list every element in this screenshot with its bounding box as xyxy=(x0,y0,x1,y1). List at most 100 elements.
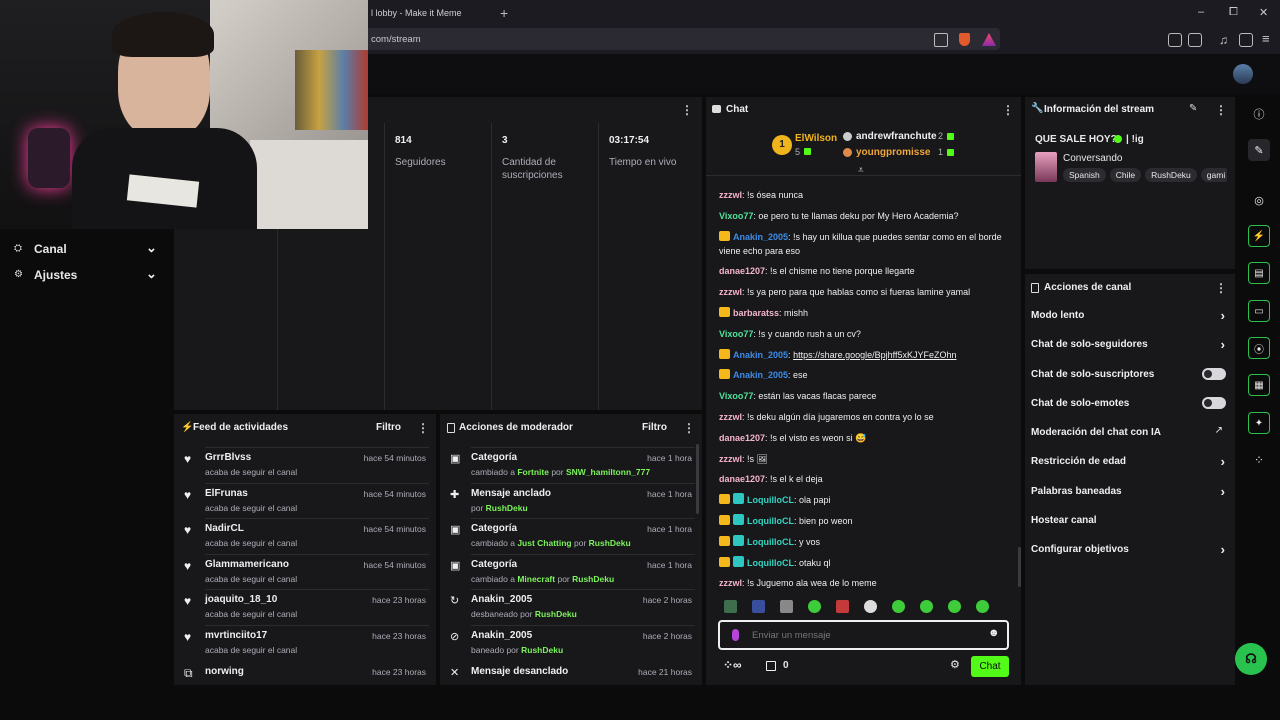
channel-action-row[interactable]: Palabras baneadas › xyxy=(1031,483,1229,512)
edit-pencil-icon[interactable]: ✎ xyxy=(1189,103,1197,114)
chat-username[interactable]: Vixoo77 xyxy=(719,211,753,221)
feed-row[interactable]: ♥ Glammamericano acaba de seguir el cana… xyxy=(184,553,429,593)
kebab-icon[interactable]: ⋮ xyxy=(417,421,429,435)
feed-user[interactable]: ElFrunas xyxy=(205,488,248,499)
tag[interactable]: Spanish xyxy=(1063,168,1106,182)
emote[interactable] xyxy=(808,600,821,613)
kebab-icon[interactable]: ⋮ xyxy=(1215,103,1227,117)
feed-row[interactable]: ♥ mvrtinciito17 acaba de seguir el canal… xyxy=(184,624,429,664)
maximize-button[interactable]: ⧠ xyxy=(1229,6,1238,19)
feed-user[interactable]: norwing xyxy=(205,666,244,677)
channel-action-row[interactable]: Chat de solo-seguidores › xyxy=(1031,336,1229,365)
channel-action-row[interactable]: Chat de solo-emotes xyxy=(1031,395,1229,424)
edit-icon[interactable]: ✎ xyxy=(1248,139,1270,161)
chat-username[interactable]: LoquilloCL xyxy=(747,537,794,547)
chat-username[interactable]: Anakin_2005 xyxy=(733,232,788,242)
mod-category[interactable]: Just Chatting xyxy=(517,538,571,548)
feed-row[interactable]: ♥ ElFrunas acaba de seguir el canal hace… xyxy=(184,482,429,522)
store-icon[interactable] xyxy=(766,661,776,671)
scrollbar[interactable] xyxy=(1018,547,1021,587)
mod-row[interactable]: ▣ Categoría cambiado a Fortnite por SNW_… xyxy=(450,447,695,486)
chevron-right-icon[interactable]: › xyxy=(1221,542,1225,557)
mod-user[interactable]: RushDeku xyxy=(535,609,577,619)
emoji-icon[interactable]: ☻ xyxy=(988,627,1000,639)
chat-username[interactable]: LoquilloCL xyxy=(747,516,794,526)
share-icon[interactable] xyxy=(934,33,948,47)
mod-row[interactable]: ✕ Mensaje desanclado hace 21 horas xyxy=(450,664,695,700)
mod-row[interactable]: ▣ Categoría cambiado a Just Chatting por… xyxy=(450,518,695,557)
chat-username[interactable]: zzzwl xyxy=(719,412,742,422)
kebab-icon[interactable]: ⋮ xyxy=(683,421,695,435)
nav-canal[interactable]: Canal xyxy=(34,242,67,256)
chat-username[interactable]: Vixoo77 xyxy=(719,329,753,339)
mod-user[interactable]: RushDeku xyxy=(572,574,614,584)
wallet-icon[interactable] xyxy=(1188,33,1202,47)
feed-user[interactable]: GrrrBlvss xyxy=(205,452,251,463)
stack-icon[interactable]: ▦ xyxy=(1248,374,1270,396)
category-thumbnail[interactable] xyxy=(1035,152,1057,182)
mod-category[interactable]: Minecraft xyxy=(517,574,555,584)
scrollbar[interactable] xyxy=(696,444,699,514)
emote[interactable] xyxy=(920,600,933,613)
emote[interactable] xyxy=(780,600,793,613)
toggle-switch[interactable] xyxy=(1202,367,1226,380)
chat-username[interactable]: zzzwl xyxy=(719,578,742,588)
chevron-right-icon[interactable]: › xyxy=(1221,337,1225,352)
chat-username[interactable]: Anakin_2005 xyxy=(733,370,788,380)
lightning-icon[interactable]: ⚡ xyxy=(1248,225,1270,247)
broadcast-icon[interactable]: ⦿ xyxy=(1248,337,1270,359)
brave-shield-icon[interactable] xyxy=(959,33,970,46)
tag[interactable]: Chile xyxy=(1109,168,1142,182)
emote[interactable] xyxy=(864,600,877,613)
send-chat-button[interactable]: Chat xyxy=(971,656,1009,677)
camera-icon[interactable]: ◎ xyxy=(1248,189,1270,211)
infinity-icon[interactable]: ⁘∞ xyxy=(723,658,742,672)
emote[interactable] xyxy=(836,600,849,613)
leader-2-name[interactable]: andrewfranchute xyxy=(856,131,937,142)
extensions-icon[interactable] xyxy=(1168,33,1182,47)
chevron-down-icon[interactable]: ⌄ xyxy=(146,266,157,282)
wrench-icon[interactable]: ✦ xyxy=(1248,412,1270,434)
chevron-right-icon[interactable]: › xyxy=(1221,454,1225,469)
user-avatar[interactable] xyxy=(1233,64,1253,84)
browser-tab-title[interactable]: l lobby - Make it Meme xyxy=(371,8,462,18)
chat-input[interactable] xyxy=(752,628,972,642)
feed-filter-button[interactable]: Filtro xyxy=(376,422,401,433)
emote[interactable] xyxy=(948,600,961,613)
minimize-button[interactable]: – xyxy=(1198,6,1204,18)
info-icon[interactable]: ⓘ xyxy=(1248,103,1270,125)
address-bar[interactable] xyxy=(362,28,1000,50)
leader-3-name[interactable]: youngpromisse xyxy=(856,147,930,158)
kebab-icon[interactable]: ⋮ xyxy=(1215,281,1227,295)
chat-username[interactable]: danae1207 xyxy=(719,433,765,443)
emote[interactable] xyxy=(976,600,989,613)
feed-user[interactable]: mvrtinciito17 xyxy=(205,630,267,641)
document-icon[interactable]: ▤ xyxy=(1248,262,1270,284)
tag[interactable]: RushDeku xyxy=(1145,168,1197,182)
chat-link[interactable]: https://share.google/Bpjhff5xKJYFeZOhn xyxy=(793,350,956,360)
media-icon[interactable]: ♫ xyxy=(1219,33,1228,47)
chat-username[interactable]: barbaratss xyxy=(733,308,779,318)
browser-menu-icon[interactable]: ≡ xyxy=(1262,31,1270,46)
toggle-switch[interactable] xyxy=(1202,396,1226,409)
mod-user[interactable]: SNW_hamiltonn_777 xyxy=(566,467,650,477)
emote[interactable] xyxy=(892,600,905,613)
leader-1-name[interactable]: ElWilson xyxy=(795,133,837,144)
mod-user[interactable]: RushDeku xyxy=(486,503,528,513)
apps-icon[interactable]: ⁘ xyxy=(1248,449,1270,471)
feed-row[interactable]: ♥ joaquito_18_10 acaba de seguir el cana… xyxy=(184,589,429,628)
category-name[interactable]: Conversando xyxy=(1063,153,1122,164)
channel-action-row[interactable]: Hostear canal xyxy=(1031,512,1229,541)
chat-username[interactable]: Anakin_2005 xyxy=(733,350,788,360)
feed-row[interactable]: ♥ GrrrBlvss acaba de seguir el canal hac… xyxy=(184,447,429,486)
emote[interactable] xyxy=(724,600,737,613)
feed-row[interactable]: ♥ NadirCL acaba de seguir el canal hace … xyxy=(184,518,429,557)
emote[interactable] xyxy=(752,600,765,613)
chat-username[interactable]: danae1207 xyxy=(719,474,765,484)
chat-username[interactable]: danae1207 xyxy=(719,266,765,276)
nav-ajustes[interactable]: Ajustes xyxy=(34,268,77,282)
mod-category[interactable]: Fortnite xyxy=(517,467,549,477)
kebab-icon[interactable]: ⋮ xyxy=(681,103,693,117)
new-tab-button[interactable]: + xyxy=(500,5,508,21)
mod-user[interactable]: RushDeku xyxy=(521,645,563,655)
